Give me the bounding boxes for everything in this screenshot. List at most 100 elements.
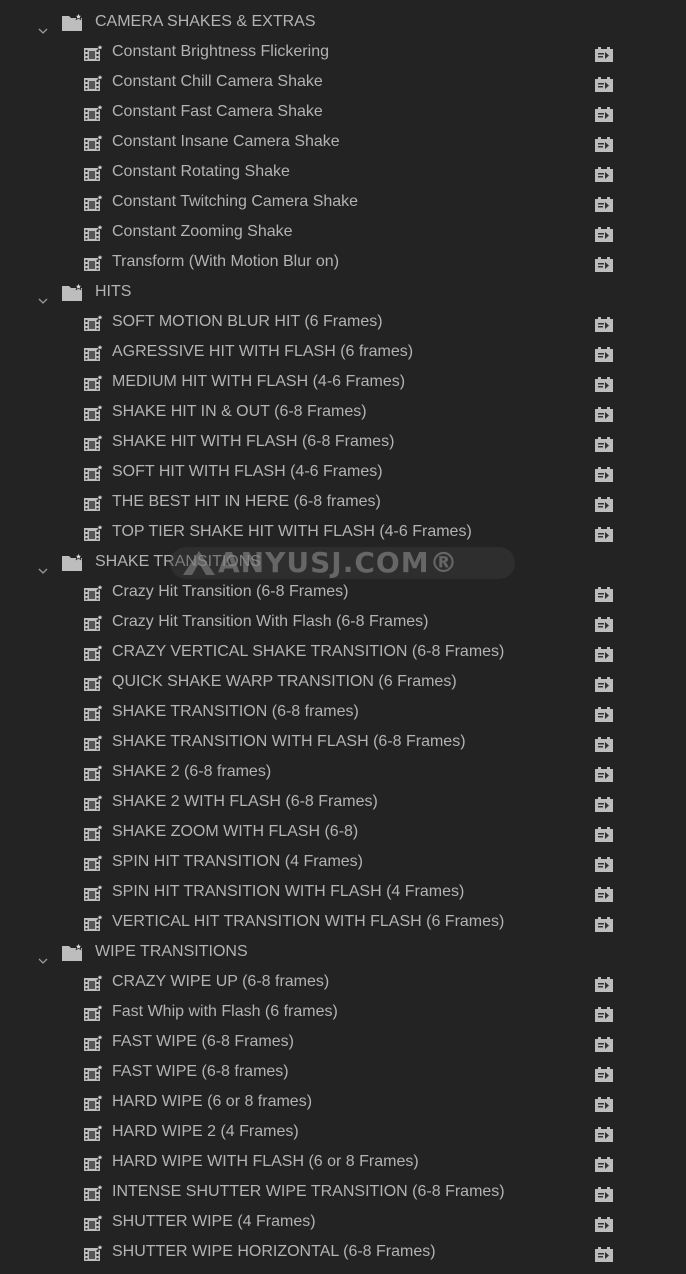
preset-row[interactable]: HARD WIPE (6 or 8 frames) <box>0 1087 686 1117</box>
preset-row[interactable]: SHUTTER WIPE HORIZONTAL (6-8 Frames) <box>0 1237 686 1267</box>
preset-row[interactable]: SPIN HIT TRANSITION (4 Frames) <box>0 847 686 877</box>
apply-preset-icon[interactable] <box>595 1214 613 1232</box>
apply-preset-icon[interactable] <box>595 374 613 392</box>
preset-row[interactable]: SPIN HIT TRANSITION WITH FLASH (4 Frames… <box>0 877 686 907</box>
folder-row[interactable]: WIPE TRANSITIONS <box>0 937 686 967</box>
apply-preset-icon[interactable] <box>595 344 613 362</box>
apply-preset-icon[interactable] <box>595 764 613 782</box>
apply-preset-icon[interactable] <box>595 704 613 722</box>
chevron-down-icon[interactable] <box>38 556 48 574</box>
apply-preset-icon[interactable] <box>595 1004 613 1022</box>
preset-row[interactable]: Constant Fast Camera Shake <box>0 97 686 127</box>
apply-preset-icon[interactable] <box>595 1244 613 1262</box>
apply-preset-icon[interactable] <box>595 434 613 452</box>
preset-label: SHAKE TRANSITION WITH FLASH (6-8 Frames) <box>112 733 466 750</box>
preset-row[interactable]: HARD WIPE 2 (4 Frames) <box>0 1117 686 1147</box>
apply-preset-icon[interactable] <box>595 794 613 812</box>
preset-label: CRAZY WIPE UP (6-8 frames) <box>112 973 330 990</box>
folder-row[interactable]: CAMERA SHAKES & EXTRAS <box>0 7 686 37</box>
preset-row[interactable]: Crazy Hit Transition (6-8 Frames) <box>0 577 686 607</box>
preset-row[interactable]: MEDIUM HIT WITH FLASH (4-6 Frames) <box>0 367 686 397</box>
preset-label: Fast Whip with Flash (6 frames) <box>112 1003 338 1020</box>
preset-icon <box>84 853 105 871</box>
preset-icon <box>84 1213 105 1231</box>
apply-preset-icon[interactable] <box>595 194 613 212</box>
preset-row[interactable]: CRAZY VERTICAL SHAKE TRANSITION (6-8 Fra… <box>0 637 686 667</box>
apply-preset-icon[interactable] <box>595 1124 613 1142</box>
preset-icon <box>84 1063 105 1081</box>
apply-preset-icon[interactable] <box>595 494 613 512</box>
preset-row[interactable]: Constant Brightness Flickering <box>0 37 686 67</box>
apply-preset-icon[interactable] <box>595 884 613 902</box>
apply-preset-icon[interactable] <box>595 104 613 122</box>
preset-label: Constant Rotating Shake <box>112 163 290 180</box>
preset-row[interactable]: Fast Whip with Flash (6 frames) <box>0 997 686 1027</box>
preset-label: Constant Chill Camera Shake <box>112 73 323 90</box>
preset-row[interactable]: Crazy Hit Transition With Flash (6-8 Fra… <box>0 607 686 637</box>
apply-preset-icon[interactable] <box>595 74 613 92</box>
preset-row[interactable]: Constant Zooming Shake <box>0 217 686 247</box>
preset-row[interactable]: FAST WIPE (6-8 Frames) <box>0 1027 686 1057</box>
preset-row[interactable]: VERTICAL HIT TRANSITION WITH FLASH (6 Fr… <box>0 907 686 937</box>
preset-row[interactable]: SHAKE ZOOM WITH FLASH (6-8) <box>0 817 686 847</box>
preset-row[interactable]: AGRESSIVE HIT WITH FLASH (6 frames) <box>0 337 686 367</box>
apply-preset-icon[interactable] <box>595 224 613 242</box>
chevron-down-icon[interactable] <box>38 16 48 34</box>
preset-icon <box>84 253 105 271</box>
preset-row[interactable]: SHAKE 2 WITH FLASH (6-8 Frames) <box>0 787 686 817</box>
preset-row[interactable]: FAST WIPE (6-8 frames) <box>0 1057 686 1087</box>
apply-preset-icon[interactable] <box>595 464 613 482</box>
apply-preset-icon[interactable] <box>595 254 613 272</box>
preset-row[interactable]: SHAKE HIT WITH FLASH (6-8 Frames) <box>0 427 686 457</box>
apply-preset-icon[interactable] <box>595 1034 613 1052</box>
preset-row[interactable]: CRAZY WIPE UP (6-8 frames) <box>0 967 686 997</box>
preset-row[interactable]: HARD WIPE WITH FLASH (6 or 8 Frames) <box>0 1147 686 1177</box>
preset-row[interactable]: QUICK SHAKE WARP TRANSITION (6 Frames) <box>0 667 686 697</box>
preset-row[interactable]: Constant Insane Camera Shake <box>0 127 686 157</box>
effects-preset-tree: CAMERA SHAKES & EXTRAS Constant Brightnes… <box>0 7 686 1267</box>
preset-row[interactable]: SHAKE TRANSITION (6-8 frames) <box>0 697 686 727</box>
apply-preset-icon[interactable] <box>595 1154 613 1172</box>
preset-row[interactable]: Constant Rotating Shake <box>0 157 686 187</box>
apply-preset-icon[interactable] <box>595 1094 613 1112</box>
preset-row[interactable]: INTENSE SHUTTER WIPE TRANSITION (6-8 Fra… <box>0 1177 686 1207</box>
preset-label: TOP TIER SHAKE HIT WITH FLASH (4-6 Frame… <box>112 523 472 540</box>
apply-preset-icon[interactable] <box>595 404 613 422</box>
apply-preset-icon[interactable] <box>595 584 613 602</box>
preset-icon <box>84 433 105 451</box>
apply-preset-icon[interactable] <box>595 134 613 152</box>
preset-icon <box>84 463 105 481</box>
preset-label: Constant Twitching Camera Shake <box>112 193 359 210</box>
preset-row[interactable]: Transform (With Motion Blur on) <box>0 247 686 277</box>
preset-row[interactable]: Constant Chill Camera Shake <box>0 67 686 97</box>
apply-preset-icon[interactable] <box>595 734 613 752</box>
apply-preset-icon[interactable] <box>595 824 613 842</box>
preset-row[interactable]: SHAKE HIT IN & OUT (6-8 Frames) <box>0 397 686 427</box>
preset-row[interactable]: SHAKE 2 (6-8 frames) <box>0 757 686 787</box>
apply-preset-icon[interactable] <box>595 854 613 872</box>
chevron-down-icon[interactable] <box>38 286 48 304</box>
apply-preset-icon[interactable] <box>595 644 613 662</box>
preset-row[interactable]: SOFT MOTION BLUR HIT (6 Frames) <box>0 307 686 337</box>
preset-row[interactable]: SHAKE TRANSITION WITH FLASH (6-8 Frames) <box>0 727 686 757</box>
folder-row[interactable]: HITS <box>0 277 686 307</box>
apply-preset-icon[interactable] <box>595 914 613 932</box>
apply-preset-icon[interactable] <box>595 164 613 182</box>
preset-row[interactable]: SHUTTER WIPE (4 Frames) <box>0 1207 686 1237</box>
apply-preset-icon[interactable] <box>595 524 613 542</box>
apply-preset-icon[interactable] <box>595 1064 613 1082</box>
preset-row[interactable]: SOFT HIT WITH FLASH (4-6 Frames) <box>0 457 686 487</box>
folder-star-icon <box>62 942 84 961</box>
preset-row[interactable]: TOP TIER SHAKE HIT WITH FLASH (4-6 Frame… <box>0 517 686 547</box>
apply-preset-icon[interactable] <box>595 1184 613 1202</box>
apply-preset-icon[interactable] <box>595 44 613 62</box>
preset-label: Constant Zooming Shake <box>112 223 293 240</box>
apply-preset-icon[interactable] <box>595 674 613 692</box>
apply-preset-icon[interactable] <box>595 314 613 332</box>
preset-row[interactable]: THE BEST HIT IN HERE (6-8 frames) <box>0 487 686 517</box>
preset-row[interactable]: Constant Twitching Camera Shake <box>0 187 686 217</box>
preset-icon <box>84 703 105 721</box>
chevron-down-icon[interactable] <box>38 946 48 964</box>
apply-preset-icon[interactable] <box>595 614 613 632</box>
apply-preset-icon[interactable] <box>595 974 613 992</box>
